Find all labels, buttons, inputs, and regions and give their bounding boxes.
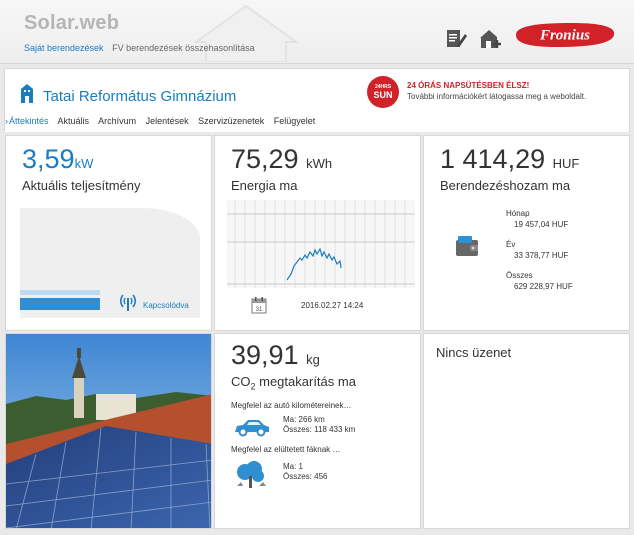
tab-overview[interactable]: Áttekintés bbox=[9, 116, 49, 126]
yield-month: Hónap 19 457,04 HUF bbox=[506, 208, 568, 230]
trees-total: Összes: 456 bbox=[283, 472, 328, 481]
add-system-icon[interactable] bbox=[478, 26, 502, 50]
car-km-today: Ma: 266 km bbox=[283, 415, 325, 424]
sub-nav: ›Áttekintés Aktuális Archívum Jelentések… bbox=[5, 116, 322, 126]
solar-roof-photo bbox=[6, 334, 211, 528]
car-km-total: Összes: 118 433 km bbox=[283, 425, 356, 434]
wallet-icon bbox=[456, 236, 478, 256]
nav-compare-systems[interactable]: FV berendezések összehasonlítása bbox=[112, 43, 255, 53]
promo-title[interactable]: 24 ÓRÁS NAPSÜTÉSBEN ÉLSZ! bbox=[407, 81, 529, 90]
tab-service-messages[interactable]: Szervizüzenetek bbox=[198, 116, 264, 126]
no-messages-label: Nincs üzenet bbox=[436, 345, 512, 360]
trees-today: Ma: 1 bbox=[283, 462, 304, 471]
tab-monitoring[interactable]: Felügyelet bbox=[274, 116, 316, 126]
site-name: Tatai Református Gimnázium bbox=[43, 88, 237, 105]
tree-icon bbox=[237, 461, 266, 488]
current-power-tile[interactable]: 3,59kW Aktuális teljesítmény Kapcsolódva bbox=[5, 135, 212, 331]
car-equivalent-text: Megfelel az autó kilométereinek… bbox=[231, 401, 352, 410]
tree-equivalent-text: Megfelel az elültetett fáknak … bbox=[231, 445, 341, 454]
promo-badge-line1: 24HRS bbox=[374, 84, 392, 90]
house-watermark-icon bbox=[192, 4, 300, 62]
yield-month-value: 19 457,04 HUF bbox=[514, 220, 569, 229]
yield-total: Összes 629 228,97 HUF bbox=[506, 270, 573, 292]
tab-current[interactable]: Aktuális bbox=[58, 116, 90, 126]
co2-savings-tile[interactable]: 39,91 kg CO2 megtakarítás ma Megfelel az… bbox=[214, 333, 421, 529]
top-header: Solar.web Saját berendezések FV berendez… bbox=[0, 0, 634, 64]
tree-count: Ma: 1 Összes: 456 bbox=[283, 462, 327, 482]
yield-value: 1 414,29 HUF bbox=[440, 144, 580, 174]
power-label: Aktuális teljesítmény bbox=[22, 178, 141, 193]
building-icon bbox=[21, 84, 33, 103]
yield-year-value: 33 378,77 HUF bbox=[514, 251, 569, 260]
site-title-band: Tatai Református Gimnázium 24HRS SUN 24 … bbox=[4, 68, 630, 132]
active-indicator-icon: › bbox=[5, 116, 8, 126]
edit-document-icon[interactable] bbox=[444, 26, 468, 50]
solarweb-app: Solar.web Saját berendezések FV berendez… bbox=[0, 0, 634, 535]
promo-badge-line2: SUN bbox=[373, 90, 393, 100]
promo-text[interactable]: További információkért látogassa meg a w… bbox=[407, 92, 586, 101]
power-value: 3,59kW bbox=[22, 144, 94, 174]
messages-tile[interactable]: Nincs üzenet bbox=[423, 333, 630, 529]
energy-day-chart[interactable] bbox=[227, 200, 415, 288]
nav-own-systems[interactable]: Saját berendezések bbox=[24, 43, 104, 53]
svg-text:31: 31 bbox=[256, 307, 263, 313]
yield-total-value: 629 228,97 HUF bbox=[514, 282, 573, 291]
tab-reports[interactable]: Jelentések bbox=[146, 116, 189, 126]
svg-text:Fronius: Fronius bbox=[539, 28, 590, 44]
top-nav: Saját berendezések FV berendezések össze… bbox=[24, 43, 261, 53]
connection-status: Kapcsolódva bbox=[143, 301, 189, 310]
tab-archive[interactable]: Archívum bbox=[98, 116, 136, 126]
energy-label: Energia ma bbox=[231, 178, 298, 193]
wifi-connected-icon bbox=[119, 294, 137, 311]
car-km: Ma: 266 km Összes: 118 433 km bbox=[283, 415, 355, 435]
energy-today-tile[interactable]: 75,29 kWh Energia ma 31 2016.02.27 14:24 bbox=[214, 135, 421, 331]
yield-total-label: Összes bbox=[506, 271, 533, 280]
co2-value: 39,91 kg bbox=[231, 340, 320, 370]
car-icon bbox=[235, 420, 269, 437]
site-photo-tile[interactable] bbox=[5, 333, 212, 529]
fronius-logo[interactable]: Fronius bbox=[512, 22, 618, 48]
promo-badge[interactable]: 24HRS SUN bbox=[367, 76, 399, 108]
yield-today-tile[interactable]: 1 414,29 HUF Berendezéshozam ma Hónap 19… bbox=[423, 135, 630, 331]
calendar-icon[interactable]: 31 bbox=[251, 296, 267, 314]
yield-year: Év 33 378,77 HUF bbox=[506, 239, 568, 261]
chart-date: 2016.02.27 14:24 bbox=[301, 301, 364, 310]
co2-label: CO2 megtakarítás ma bbox=[231, 374, 356, 392]
energy-value: 75,29 kWh bbox=[231, 144, 333, 174]
yield-month-label: Hónap bbox=[506, 209, 530, 218]
yield-label: Berendezéshozam ma bbox=[440, 178, 571, 193]
brand-logo[interactable]: Solar.web bbox=[24, 12, 119, 35]
yield-year-label: Év bbox=[506, 240, 516, 249]
